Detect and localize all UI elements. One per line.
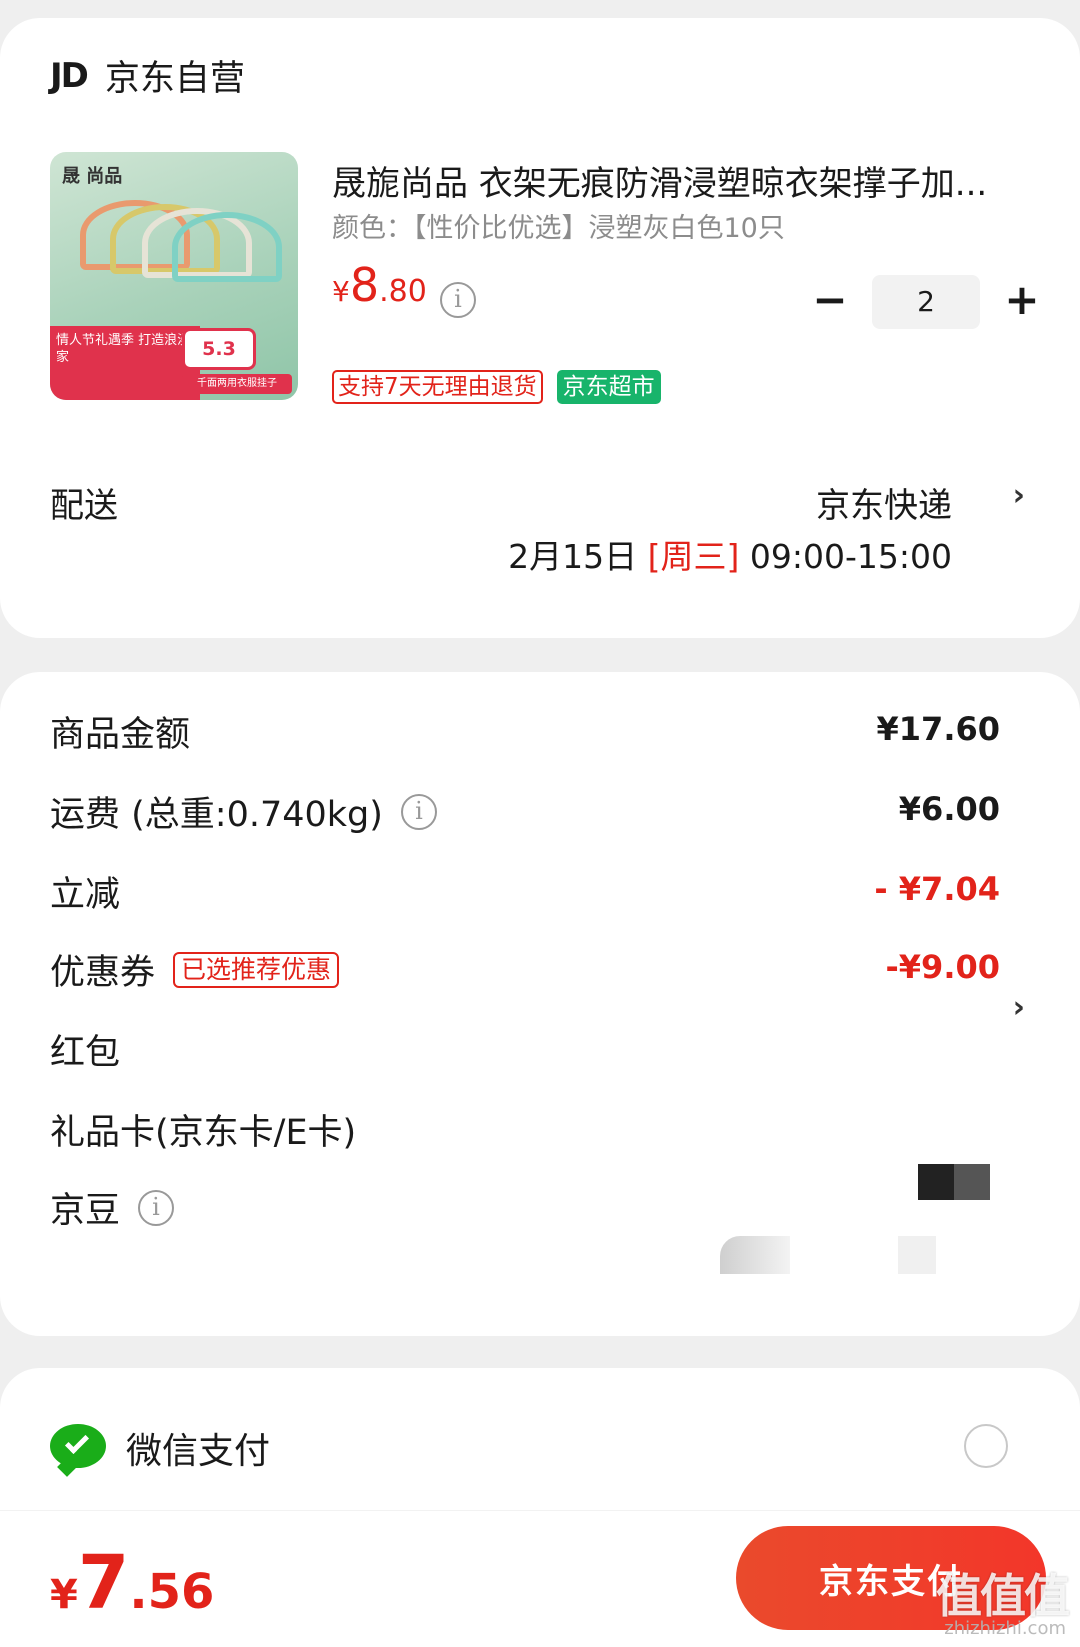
product-image[interactable]: 晟 尚品 情人节礼遇季 打造浪漫家 5.3 千面两用衣服挂子 — [50, 152, 298, 400]
goods-amount-label: 商品金额 — [50, 715, 191, 755]
total-symbol: ¥ — [50, 1572, 78, 1618]
coupon-value: -¥9.00 — [885, 948, 1001, 986]
jingdou-label: 京豆 — [50, 1191, 121, 1231]
price-info-icon[interactable]: i — [440, 282, 476, 318]
total-decimal: .56 — [129, 1564, 215, 1620]
total-price: ¥7.56 — [50, 1540, 214, 1626]
coupon-label: 优惠券 — [50, 953, 156, 993]
redacted-area — [720, 1236, 790, 1274]
redacted-area — [898, 1236, 936, 1274]
delivery-weekday: [周三] — [647, 537, 740, 576]
price-integer: 8 — [349, 258, 380, 312]
watermark-url: zhizhizhi.com — [944, 1618, 1066, 1639]
delivery-date: 2月15日 — [508, 537, 648, 576]
quantity-input[interactable]: 2 — [872, 275, 980, 329]
goods-amount-value: ¥17.60 — [876, 710, 1000, 748]
jingdou-info-icon[interactable]: i — [138, 1189, 175, 1226]
product-image-promo-price: 5.3 — [182, 328, 256, 370]
gift-card-label: 礼品卡(京东卡/E卡) — [50, 1113, 357, 1153]
shipping-label: 运费 (总重:0.740kg) — [50, 795, 383, 835]
delivery-window: 09:00-15:00 — [739, 537, 952, 576]
coupon-recommended-tag: 已选推荐优惠 — [173, 951, 340, 988]
decrease-quantity-button[interactable]: − — [810, 279, 850, 322]
product-spec[interactable]: 颜色：【性价比优选】浸塑灰白色10只 — [332, 206, 785, 245]
jd-logo: JD — [50, 55, 89, 96]
price-symbol: ¥ — [332, 275, 350, 308]
wechat-icon — [50, 1424, 106, 1477]
watermark: 值值值 — [936, 1569, 1070, 1623]
shop-header[interactable]: JD 京东自营 — [50, 50, 245, 101]
increase-quantity-button[interactable]: + — [1002, 279, 1042, 322]
wechat-pay-option[interactable]: 微信支付 — [50, 1422, 271, 1477]
quantity-stepper: − 2 + — [810, 275, 1042, 329]
instant-discount-label: 立减 — [50, 875, 121, 915]
wechat-pay-label: 微信支付 — [126, 1431, 271, 1472]
coupon-row[interactable]: 优惠券 已选推荐优惠 -¥9.00 — [50, 944, 1080, 1004]
jd-supermarket-tag: 京东超市 — [556, 370, 661, 404]
coupon-chevron-icon[interactable]: › — [1013, 990, 1025, 1025]
return-policy-tag: 支持7天无理由退货 — [332, 370, 543, 404]
instant-discount-row: 立减 - ¥7.04 — [50, 866, 1080, 926]
total-integer: 7 — [77, 1540, 130, 1626]
product-image-brand: 晟 尚品 — [62, 166, 123, 187]
goods-amount-row: 商品金额 ¥17.60 — [50, 706, 1080, 766]
wechat-pay-radio[interactable] — [964, 1424, 1008, 1468]
product-price: ¥8.80 — [332, 258, 427, 312]
product-image-promo-bar: 千面两用衣服挂子 — [182, 374, 292, 394]
instant-discount-value: - ¥7.04 — [874, 870, 1000, 908]
gift-card-row[interactable]: 礼品卡(京东卡/E卡) — [50, 1104, 1080, 1164]
delivery-label: 配送 — [50, 486, 118, 526]
shipping-info-icon[interactable]: i — [400, 793, 437, 830]
shipping-row: 运费 (总重:0.740kg) i ¥6.00 — [50, 786, 1080, 846]
red-packet-row[interactable]: 红包 — [50, 1024, 1080, 1084]
delivery-time[interactable]: 2月15日 [周三] 09:00-15:00 — [508, 530, 952, 578]
product-title[interactable]: 晟旎尚品 衣架无痕防滑浸塑晾衣架撑子加... — [332, 156, 1032, 205]
jingdou-row[interactable]: 京豆 i — [50, 1182, 1080, 1242]
shop-name: 京东自营 — [104, 59, 245, 99]
delivery-chevron-icon[interactable]: › — [1013, 478, 1025, 513]
divider — [0, 1510, 1080, 1511]
red-packet-label: 红包 — [50, 1033, 121, 1073]
shipping-value: ¥6.00 — [898, 790, 1000, 828]
product-image-promo: 情人节礼遇季 打造浪漫家 — [50, 326, 200, 400]
hanger-shape — [172, 212, 282, 282]
price-decimal: .80 — [379, 274, 427, 309]
delivery-method[interactable]: 京东快递 — [816, 478, 952, 527]
product-tags: 支持7天无理由退货 京东超市 — [332, 370, 661, 404]
